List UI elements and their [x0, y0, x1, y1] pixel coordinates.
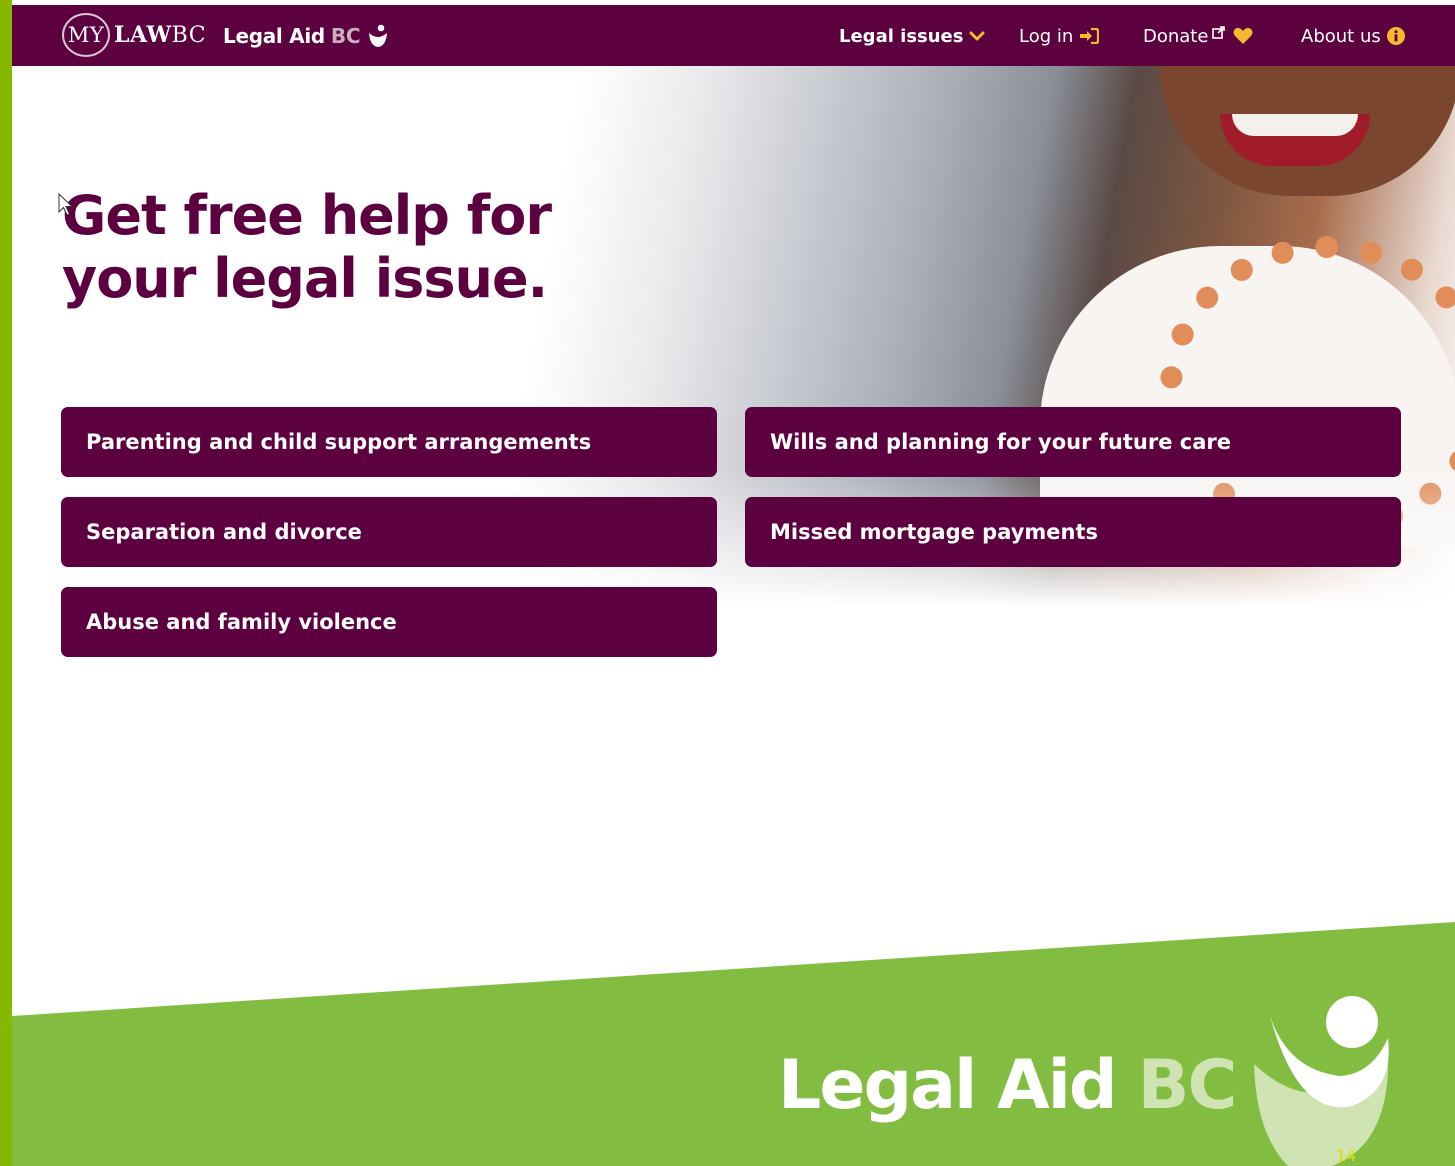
mylawbc-logo-bc: BC — [171, 22, 207, 48]
left-accent-bar — [0, 0, 12, 1166]
nav-login-label: Log in — [1019, 25, 1074, 47]
legal-aid-emblem-icon — [369, 24, 388, 47]
legal-aid-logo-bc: BC — [330, 24, 361, 48]
top-navbar: MY LAW BC Legal Aid BC Legal issues Log … — [12, 5, 1455, 66]
hero-photo-teeth — [1232, 114, 1358, 136]
nav-login[interactable]: Log in — [1019, 23, 1100, 49]
nav-legal-issues[interactable]: Legal issues — [839, 23, 985, 49]
chevron-down-icon — [969, 30, 985, 42]
mylawbc-logo[interactable]: MY LAW BC — [62, 13, 207, 57]
topic-button-abuse[interactable]: Abuse and family violence — [61, 587, 717, 657]
topic-button-separation[interactable]: Separation and divorce — [61, 497, 717, 567]
heart-icon — [1233, 27, 1253, 45]
hero-title: Get free help for your legal issue. — [62, 184, 552, 310]
mylawbc-logo-my: MY — [62, 13, 110, 57]
slide-page-number: 14 — [1336, 1146, 1357, 1165]
nav-donate[interactable]: Donate — [1143, 23, 1253, 49]
mouse-cursor-icon — [58, 193, 74, 216]
nav-legal-issues-label: Legal issues — [839, 25, 964, 47]
info-circle-icon — [1386, 27, 1405, 45]
footer-logo-bc: BC — [1137, 1045, 1238, 1125]
topic-button-wills[interactable]: Wills and planning for your future care — [745, 407, 1401, 477]
legal-aid-logo-text: Legal Aid — [223, 24, 325, 48]
footer-legal-aid-bc-logo: Legal Aid BC — [778, 1042, 1238, 1128]
topic-button-mortgage[interactable]: Missed mortgage payments — [745, 497, 1401, 567]
nav-about[interactable]: About us — [1301, 23, 1405, 49]
sign-in-icon — [1079, 28, 1100, 44]
topic-button-parenting[interactable]: Parenting and child support arrangements — [61, 407, 717, 477]
mylawbc-logo-law: LAW — [114, 22, 172, 48]
legal-aid-emblem-icon-large — [1254, 996, 1389, 1166]
nav-donate-label: Donate — [1143, 25, 1209, 47]
footer-logo-legal-aid: Legal Aid — [778, 1045, 1118, 1125]
legal-aid-bc-header-logo[interactable]: Legal Aid BC — [223, 21, 388, 51]
nav-about-label: About us — [1301, 25, 1381, 47]
external-link-icon — [1212, 25, 1226, 39]
